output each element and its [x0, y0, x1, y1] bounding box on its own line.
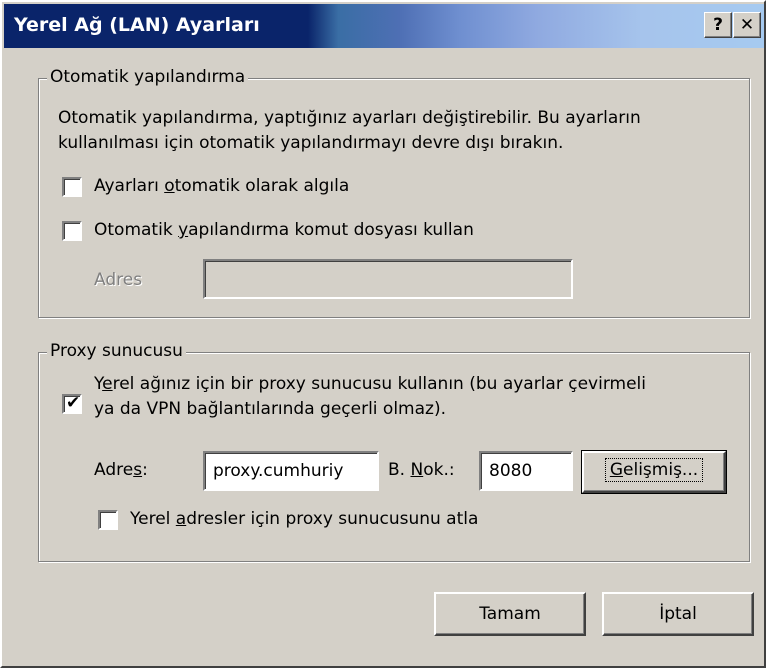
advanced-button[interactable]: Gelişmiş... — [581, 450, 727, 494]
help-button[interactable]: ? — [704, 12, 732, 38]
proxy-group-title: Proxy sunucusu — [47, 341, 186, 361]
auto-detect-checkbox[interactable] — [62, 177, 82, 197]
proxy-address-label: Adres: — [94, 460, 148, 480]
title-bar[interactable]: Yerel Ağ (LAN) Ayarları ? ✕ — [4, 4, 764, 48]
auto-config-script-checkbox[interactable] — [62, 221, 82, 241]
use-proxy-checkbox[interactable]: ✔ — [62, 393, 82, 414]
close-icon: ✕ — [739, 15, 755, 35]
proxy-port-label: B. Nok.: — [388, 460, 455, 480]
cancel-button[interactable]: İptal — [602, 592, 754, 636]
auto-config-group-title: Otomatik yapılandırma — [47, 67, 249, 87]
auto-config-script-label[interactable]: Otomatik yapılandırma komut dosyası kull… — [94, 220, 474, 240]
ok-button[interactable]: Tamam — [434, 592, 586, 636]
auto-detect-label[interactable]: Ayarları otomatik olarak algıla — [94, 176, 349, 196]
help-icon: ? — [713, 15, 723, 35]
script-address-input[interactable] — [203, 259, 573, 299]
window-title: Yerel Ağ (LAN) Ayarları — [14, 14, 260, 36]
lan-settings-dialog: Yerel Ağ (LAN) Ayarları ? ✕ Otomatik yap… — [0, 0, 766, 668]
use-proxy-label[interactable]: Yerel ağınız için bir proxy sunucusu kul… — [94, 372, 646, 422]
auto-config-description: Otomatik yapılandırma, yaptığınız ayarla… — [58, 108, 641, 153]
checkmark-icon: ✔ — [66, 393, 81, 413]
bypass-local-checkbox[interactable] — [98, 510, 118, 530]
proxy-port-input[interactable]: 8080 — [479, 451, 573, 491]
script-address-label: Adres — [94, 270, 143, 290]
close-button[interactable]: ✕ — [733, 12, 761, 38]
bypass-local-label[interactable]: Yerel adresler için proxy sunucusunu atl… — [130, 509, 478, 529]
proxy-address-input[interactable]: proxy.cumhuriy — [203, 451, 379, 491]
